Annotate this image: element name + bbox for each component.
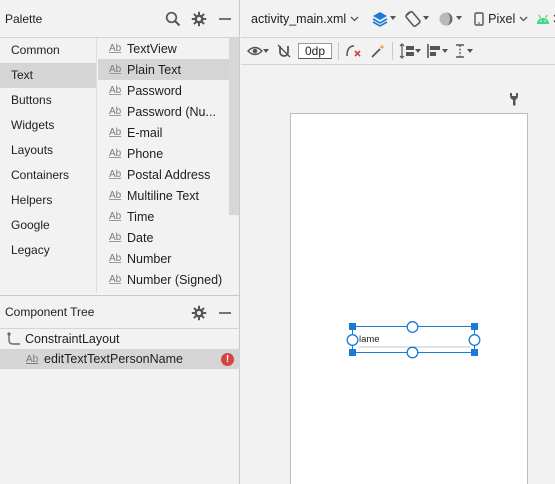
minimize-icon[interactable] (216, 304, 234, 322)
widget-plain-text[interactable]: Ab Plain Text (98, 59, 229, 80)
autoconnect-toggle[interactable] (276, 43, 292, 59)
text-widget-icon: Ab (109, 106, 122, 117)
chevron-down-icon (456, 16, 463, 21)
gear-icon[interactable] (190, 10, 208, 28)
palette-title: Palette (5, 11, 43, 26)
eye-icon (247, 45, 263, 57)
view-options-button[interactable] (247, 45, 269, 57)
pack-button[interactable] (399, 43, 421, 59)
chevron-down-icon (442, 48, 448, 54)
text-widget-icon: Ab (109, 190, 122, 201)
constraint-toolbar: 0dp (241, 38, 555, 65)
widget-number[interactable]: Ab Number (98, 248, 229, 269)
widget-postal-address[interactable]: Ab Postal Address (98, 164, 229, 185)
palette-scrollbar[interactable] (229, 38, 239, 215)
align-button[interactable] (426, 43, 448, 59)
widget-multiline-text[interactable]: Ab Multiline Text (98, 185, 229, 206)
toolbar-separator (392, 42, 393, 60)
widget-email[interactable]: Ab E-mail (98, 122, 229, 143)
text-widget-icon: Ab (109, 148, 122, 159)
text-widget-icon: Ab (109, 85, 122, 96)
night-mode-button[interactable] (437, 10, 463, 28)
clear-constraints-button[interactable] (345, 43, 363, 59)
text-widget-icon: Ab (109, 274, 122, 285)
theme-icon (437, 10, 455, 28)
category-containers[interactable]: Containers (0, 163, 96, 188)
design-surface-button[interactable] (371, 10, 397, 28)
category-widgets[interactable]: Widgets (0, 113, 96, 138)
chevron-down-icon (350, 16, 359, 22)
palette-header: Palette (0, 0, 240, 38)
edittext-hint: lame (359, 334, 380, 345)
file-selector[interactable]: activity_main.xml (251, 12, 359, 26)
category-text[interactable]: Text (0, 63, 96, 88)
guidelines-button[interactable] (453, 43, 473, 59)
category-legacy[interactable]: Legacy (0, 238, 96, 263)
widget-time[interactable]: Ab Time (98, 206, 229, 227)
pack-icon (399, 43, 415, 59)
component-tree-header: Component Tree (0, 295, 240, 329)
text-widget-icon: Ab (109, 211, 122, 222)
wrench-icon[interactable] (508, 92, 520, 106)
tree-item-constraintlayout[interactable]: ConstraintLayout (0, 329, 240, 349)
magnet-off-icon (276, 43, 292, 59)
chevron-down-icon (390, 16, 397, 21)
widget-phone[interactable]: Ab Phone (98, 143, 229, 164)
rotate-device-icon (404, 10, 422, 28)
layers-icon (371, 10, 389, 28)
chevron-down-icon (467, 48, 473, 54)
widget-password[interactable]: Ab Password (98, 80, 229, 101)
component-tree: ConstraintLayout Ab editTextTextPersonNa… (0, 329, 240, 369)
text-widget-icon: Ab (26, 353, 39, 365)
left-panel: Palette Common Text Buttons Widgets Layo… (0, 0, 240, 484)
chevron-down-icon (519, 16, 528, 22)
api-level-selector[interactable]: 33 (536, 12, 555, 26)
android-icon (536, 13, 550, 25)
tree-item-edittext[interactable]: Ab editTextTextPersonName ! (0, 349, 240, 369)
chevron-down-icon (415, 48, 421, 54)
component-tree-title: Component Tree (5, 305, 95, 319)
editor-toolbar: activity_main.xml Pixel (241, 0, 555, 38)
category-helpers[interactable]: Helpers (0, 188, 96, 213)
magic-wand-icon (370, 43, 386, 59)
clear-constraints-icon (345, 43, 363, 59)
error-icon[interactable]: ! (221, 352, 234, 366)
category-buttons[interactable]: Buttons (0, 88, 96, 113)
widget-date[interactable]: Ab Date (98, 227, 229, 248)
chevron-down-icon (263, 48, 269, 54)
orientation-button[interactable] (404, 10, 430, 28)
device-preview[interactable] (290, 113, 528, 484)
widget-number-signed[interactable]: Ab Number (Signed) (98, 269, 229, 290)
default-margin-field[interactable]: 0dp (298, 43, 332, 59)
toolbar-separator (338, 42, 339, 60)
text-widget-icon: Ab (109, 232, 122, 243)
palette-widget-list: Ab TextView Ab Plain Text Ab Password Ab Pas… (98, 38, 229, 293)
minimize-icon[interactable] (216, 10, 234, 28)
constraint-layout-icon (7, 332, 25, 346)
widget-textview[interactable]: Ab TextView (98, 38, 229, 59)
gear-icon[interactable] (190, 304, 208, 322)
chevron-down-icon (423, 16, 430, 21)
text-widget-icon: Ab (109, 169, 122, 180)
category-common[interactable]: Common (0, 38, 96, 63)
palette-categories: Common Text Buttons Widgets Layouts Cont… (0, 38, 97, 293)
guideline-icon (453, 43, 467, 59)
device-selector[interactable]: Pixel (474, 12, 528, 26)
widget-password-numeric[interactable]: Ab Password (Nu... (98, 101, 229, 122)
category-google[interactable]: Google (0, 213, 96, 238)
align-left-icon (426, 43, 442, 59)
search-icon[interactable] (164, 10, 182, 28)
infer-constraints-button[interactable] (370, 43, 386, 59)
phone-icon (474, 11, 484, 26)
text-widget-icon: Ab (109, 64, 122, 75)
text-widget-icon: Ab (109, 253, 122, 264)
category-layouts[interactable]: Layouts (0, 138, 96, 163)
palette-body: Common Text Buttons Widgets Layouts Cont… (0, 38, 240, 293)
text-widget-icon: Ab (109, 127, 122, 138)
text-widget-icon: Ab (109, 43, 122, 54)
